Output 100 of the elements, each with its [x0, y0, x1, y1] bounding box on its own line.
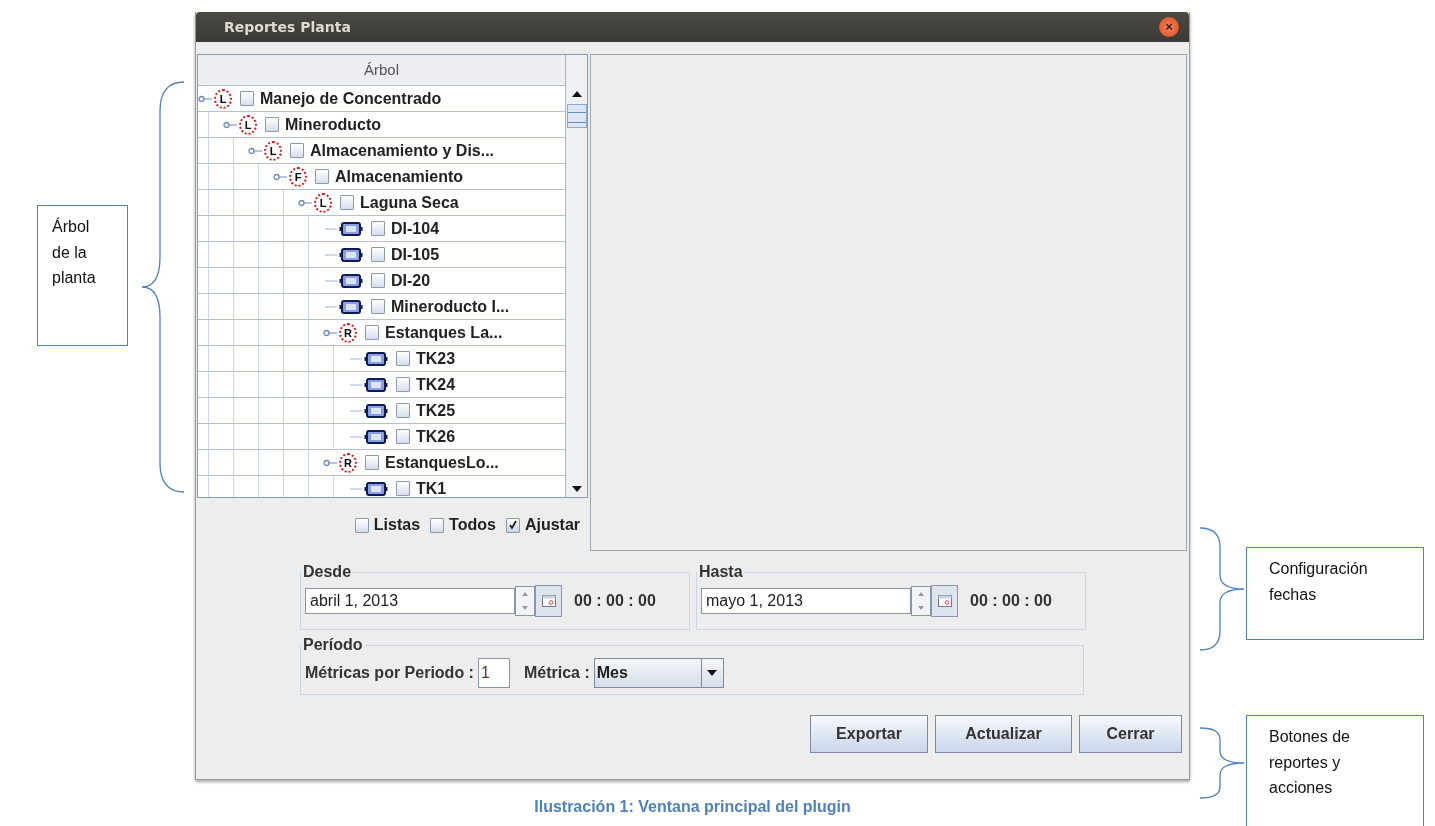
device-icon [364, 403, 388, 418]
checkbox[interactable] [430, 517, 445, 533]
device-icon [339, 299, 363, 314]
annotation-text: Botones de [1269, 727, 1350, 747]
calendar-icon [541, 595, 556, 607]
type-badge: L [239, 114, 257, 135]
tree-item[interactable]: Almacenamiento [335, 167, 464, 186]
tree-item[interactable]: TK23 [416, 349, 456, 368]
action-button[interactable]: Actualizar [935, 715, 1072, 753]
checkbox[interactable] [365, 325, 379, 340]
checkbox[interactable] [371, 221, 385, 236]
number-field[interactable]: 1 [477, 658, 510, 688]
annotation-text: reportes y [1269, 752, 1341, 773]
checkbox-label[interactable]: Todos [449, 516, 496, 534]
spin-down-icon[interactable] [917, 605, 925, 611]
annotation-text: acciones [1269, 778, 1333, 799]
tree-item[interactable]: Mineroducto [285, 115, 381, 134]
tree-item[interactable]: DI-20 [391, 271, 431, 290]
checkbox[interactable] [396, 403, 410, 418]
tree-item[interactable]: Almacenamiento y Dis... [310, 141, 495, 160]
checkbox[interactable] [371, 247, 385, 262]
expand-handle-icon[interactable] [198, 93, 214, 104]
tree-item[interactable]: Mineroducto I... [391, 297, 510, 316]
type-badge: L [314, 192, 332, 213]
annotation-text: planta [52, 268, 96, 289]
checkbox-label[interactable]: Listas [373, 516, 421, 534]
expand-handle-icon[interactable] [323, 327, 339, 338]
expand-handle-icon[interactable] [273, 171, 289, 182]
checkbox[interactable] [371, 273, 385, 288]
spinner[interactable] [515, 586, 535, 616]
annotation-text: Configuración [1269, 559, 1368, 579]
checkbox[interactable] [396, 377, 410, 392]
spin-up-icon[interactable] [917, 591, 925, 597]
type-badge: L [214, 88, 232, 109]
date-field[interactable]: mayo 1, 2013 [701, 588, 911, 614]
annotation-text: fechas [1269, 584, 1317, 605]
checkbox[interactable] [240, 91, 254, 106]
checkbox-label[interactable]: Ajustar [524, 516, 580, 534]
date-field[interactable]: abril 1, 2013 [305, 588, 515, 614]
tree-item[interactable]: TK26 [416, 427, 456, 446]
tree-item[interactable]: DI-104 [391, 219, 440, 238]
tree-item[interactable]: Estanques La... [385, 323, 503, 342]
expand-handle-icon[interactable] [323, 457, 339, 468]
checkbox[interactable] [505, 517, 520, 533]
checkbox[interactable] [354, 517, 369, 533]
tree-item[interactable]: TK1 [416, 479, 447, 497]
group-title: Período [302, 636, 364, 654]
device-icon [364, 377, 388, 392]
action-button[interactable]: Cerrar [1079, 715, 1182, 753]
brace-icon [1198, 727, 1246, 799]
checkbox[interactable] [371, 299, 385, 314]
metric-dropdown[interactable]: Mes [593, 658, 724, 688]
figure-caption: Ilustración 1: Ventana principal del plugin [534, 798, 851, 816]
checkbox[interactable] [340, 195, 354, 210]
device-icon [364, 481, 388, 496]
close-button[interactable]: × [1159, 17, 1179, 37]
window-title: Reportes Planta [224, 19, 351, 35]
expand-handle-icon[interactable] [223, 119, 239, 130]
spinner[interactable] [911, 586, 931, 616]
calendar-button[interactable] [535, 585, 562, 617]
type-badge: R [339, 452, 357, 473]
type-badge: R [339, 322, 357, 343]
device-icon [364, 351, 388, 366]
type-badge: L [264, 140, 282, 161]
checkbox[interactable] [290, 143, 304, 158]
field-label: Métricas por Periodo : [305, 664, 474, 682]
brace-icon [1198, 527, 1246, 651]
checkbox[interactable] [396, 429, 410, 444]
device-icon [339, 273, 363, 288]
checkbox[interactable] [365, 455, 379, 470]
expand-handle-icon[interactable] [248, 145, 264, 156]
checkbox[interactable] [396, 481, 410, 496]
tree-item[interactable]: TK25 [416, 401, 456, 420]
field-label: Métrica : [523, 664, 590, 682]
device-icon [339, 247, 363, 262]
annotation-text: Árbol [52, 216, 90, 237]
group-title: Hasta [698, 563, 744, 581]
scrollbar[interactable] [565, 55, 587, 497]
checkbox[interactable] [315, 169, 329, 184]
tree-item[interactable]: DI-105 [391, 245, 440, 264]
checkbox[interactable] [396, 351, 410, 366]
time-value: 00 : 00 : 00 [970, 592, 1052, 610]
type-badge: F [289, 166, 307, 187]
calendar-button[interactable] [931, 585, 958, 617]
calendar-icon [937, 595, 952, 607]
tree-item[interactable]: EstanquesLo... [385, 453, 499, 472]
action-button[interactable]: Exportar [810, 715, 928, 753]
scroll-thumb[interactable] [566, 104, 587, 128]
time-value: 00 : 00 : 00 [574, 592, 656, 610]
column-header: Árbol [198, 55, 565, 86]
tree-item[interactable]: Manejo de Concentrado [260, 89, 442, 108]
tree-item[interactable]: Laguna Seca [360, 193, 459, 212]
tree-item[interactable]: TK24 [416, 375, 456, 394]
spin-up-icon[interactable] [521, 591, 529, 597]
spin-down-icon[interactable] [521, 605, 529, 611]
device-icon [364, 429, 388, 444]
expand-handle-icon[interactable] [298, 197, 314, 208]
checkbox[interactable] [265, 117, 279, 132]
brace-icon [140, 81, 186, 493]
group-title: Desde [302, 563, 353, 581]
